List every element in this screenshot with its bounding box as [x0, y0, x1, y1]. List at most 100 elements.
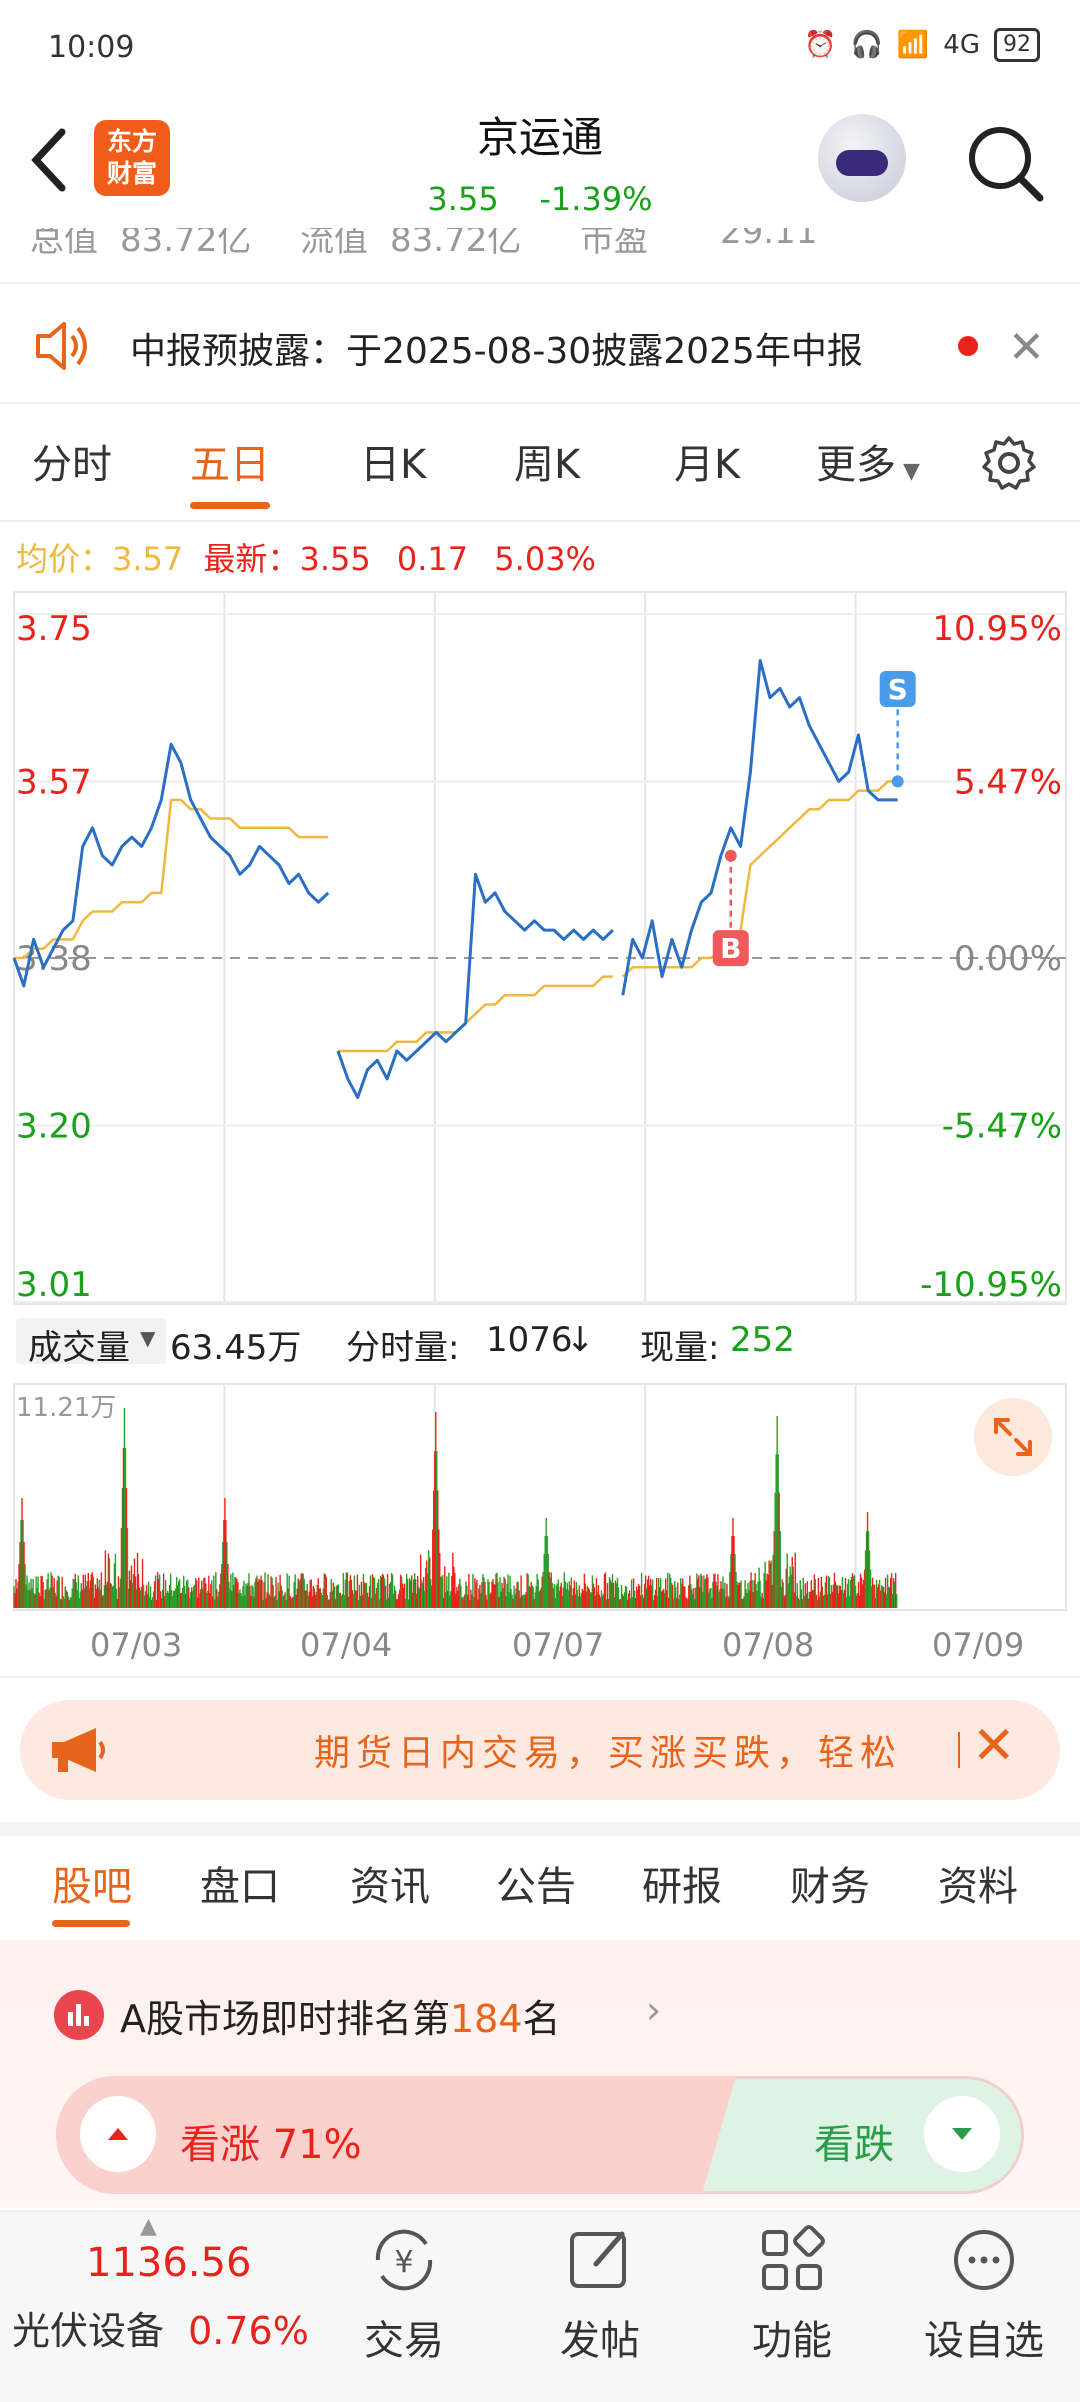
app-logo: 东方 财富 [94, 120, 170, 196]
trade-marker-dot [891, 775, 904, 788]
tab-guba[interactable]: 股吧 [52, 1854, 132, 1912]
divider [0, 520, 1080, 522]
chevron-right-icon[interactable]: › [646, 1988, 661, 2032]
nav-watchlist-label: 设自选 [924, 2318, 1044, 2364]
rank-number: 184 [450, 1997, 523, 2041]
logo-line2: 财富 [106, 159, 157, 188]
divider [0, 1676, 1080, 1678]
tab-daily-k[interactable]: 日K [360, 432, 426, 490]
rank-text[interactable]: A股市场即时排名第184名 [120, 1988, 561, 2043]
search-button[interactable] [960, 118, 1050, 208]
nav-functions-label: 功能 [752, 2318, 832, 2364]
tab-pankou[interactable]: 盘口 [200, 1854, 280, 1912]
price-row: 3.55 -1.39% [340, 180, 740, 218]
current-volume-label: 现量: [640, 1328, 720, 1368]
tab-five-day[interactable]: 五日 [190, 432, 270, 490]
percent-axis-label: -10.95% [920, 1265, 1062, 1305]
change-percent-value: 5.03% [494, 540, 596, 578]
stat-value: 29.11 [720, 228, 818, 252]
stock-name: 京运通 [476, 113, 603, 162]
headphones-icon: 🎧 [850, 30, 883, 60]
rank-suffix: 名 [522, 1997, 561, 2041]
battery-icon: 92 [994, 28, 1040, 62]
svg-text:¥: ¥ [394, 2245, 413, 2280]
status-bar: 10:09 ⏰ 🎧 📶 4G 92 [0, 0, 1080, 100]
tab-finance[interactable]: 财务 [790, 1854, 870, 1912]
tab-profile[interactable]: 资料 [938, 1854, 1018, 1912]
date-label: 07/09 [932, 1626, 1025, 1664]
notice-text[interactable]: 中报预披露：于2025-08-30披露2025年中报 [130, 322, 863, 374]
tab-more[interactable]: 更多 ▼ [816, 432, 920, 490]
arrow-down-icon: ↓ [566, 1320, 595, 1360]
percent-axis-label: -5.47% [942, 1106, 1062, 1146]
percent-axis-label: 0.00% [954, 939, 1062, 979]
active-tab-indicator [190, 502, 270, 509]
nav-trade[interactable]: ¥ 交易 [334, 2220, 474, 2366]
trade-marker-dot [724, 849, 737, 862]
ad-close-button[interactable]: ✕ [972, 1716, 1016, 1776]
volume-select-label: 成交量 [28, 1328, 130, 1368]
expand-chart-button[interactable] [974, 1398, 1052, 1476]
sector-index[interactable]: 光伏设备 0.76% [12, 2300, 309, 2355]
robot-visor [836, 150, 888, 176]
chevron-left-icon [31, 128, 66, 192]
price-axis-label: 3.75 [16, 609, 92, 649]
grid-icon [762, 2225, 825, 2290]
avg-label: 均价： [16, 540, 113, 578]
tab-more-label: 更多 [816, 442, 896, 488]
caret-up-icon: ▲ [140, 2214, 157, 2239]
sector-name: 光伏设备 [12, 2309, 165, 2353]
tab-announcements[interactable]: 公告 [496, 1854, 576, 1912]
bullish-button[interactable] [80, 2096, 156, 2172]
unread-dot [958, 336, 978, 356]
stat-value: 83.72亿 [390, 228, 522, 258]
expand-icon [994, 1418, 1032, 1456]
total-volume: 63.45万 [170, 1328, 302, 1368]
stat-label: 总值 [30, 228, 98, 258]
ad-text[interactable]: 期货日内交易，买涨买跌，轻松 [314, 1724, 956, 1776]
nav-trade-label: 交易 [364, 2318, 444, 2364]
stat-label: 市盈 [580, 228, 648, 258]
divider [0, 402, 1080, 404]
bullish-text: 看涨 [180, 2122, 260, 2168]
back-button[interactable] [22, 120, 82, 200]
price-axis-label: 3.01 [16, 1265, 92, 1305]
bearish-label: 看跌 [814, 2122, 894, 2168]
trade-marker-label: B [720, 932, 741, 965]
notice-close-button[interactable]: ✕ [1008, 322, 1045, 373]
triangle-down-icon [952, 2128, 972, 2140]
settings-button[interactable] [980, 434, 1038, 492]
current-price: 3.55 [427, 180, 499, 218]
nav-watchlist[interactable]: 设自选 [914, 2220, 1054, 2366]
nav-functions[interactable]: 功能 [722, 2220, 862, 2366]
bar-chart-icon [54, 1990, 104, 2040]
price-axis-label: 3.20 [16, 1106, 92, 1146]
price-axis-label: 3.57 [16, 762, 92, 802]
stat-label: 流值 [300, 228, 368, 258]
more-dots-icon [954, 2230, 1014, 2290]
caret-down-icon: ▼ [896, 459, 920, 484]
tab-weekly-k[interactable]: 周K [514, 432, 580, 490]
volume-chart[interactable]: 11.21万 [0, 1382, 1080, 1612]
tab-news[interactable]: 资讯 [350, 1854, 430, 1912]
minute-volume-label: 分时量: [346, 1328, 460, 1368]
sector-index-value[interactable]: 1136.56 [86, 2240, 251, 2286]
tab-research[interactable]: 研报 [642, 1854, 722, 1912]
caret-down-icon: ▼ [140, 1326, 156, 1350]
tab-monthly-k[interactable]: 月K [674, 432, 740, 490]
triangle-up-icon [108, 2128, 128, 2140]
date-label: 07/07 [512, 1626, 605, 1664]
bullish-section[interactable] [56, 2076, 736, 2194]
price-chart[interactable]: 3.75 10.95%3.57 5.47%3.38 0.00%3.20 -5.47%3.… [0, 590, 1080, 1310]
avg-price-line [338, 975, 613, 1053]
percent-axis-label: 5.47% [954, 762, 1062, 802]
bearish-button[interactable] [924, 2096, 1000, 2172]
signal-icon: 📶 [896, 30, 930, 60]
stat-value: 83.72亿 [120, 228, 252, 258]
gear-icon [982, 436, 1036, 490]
nav-post[interactable]: 发帖 [530, 2220, 670, 2366]
nav-post-label: 发帖 [560, 2318, 640, 2364]
bullish-label: 看涨 71% [180, 2112, 362, 2170]
tab-intraday[interactable]: 分时 [32, 432, 112, 490]
status-time: 10:09 [48, 30, 135, 65]
